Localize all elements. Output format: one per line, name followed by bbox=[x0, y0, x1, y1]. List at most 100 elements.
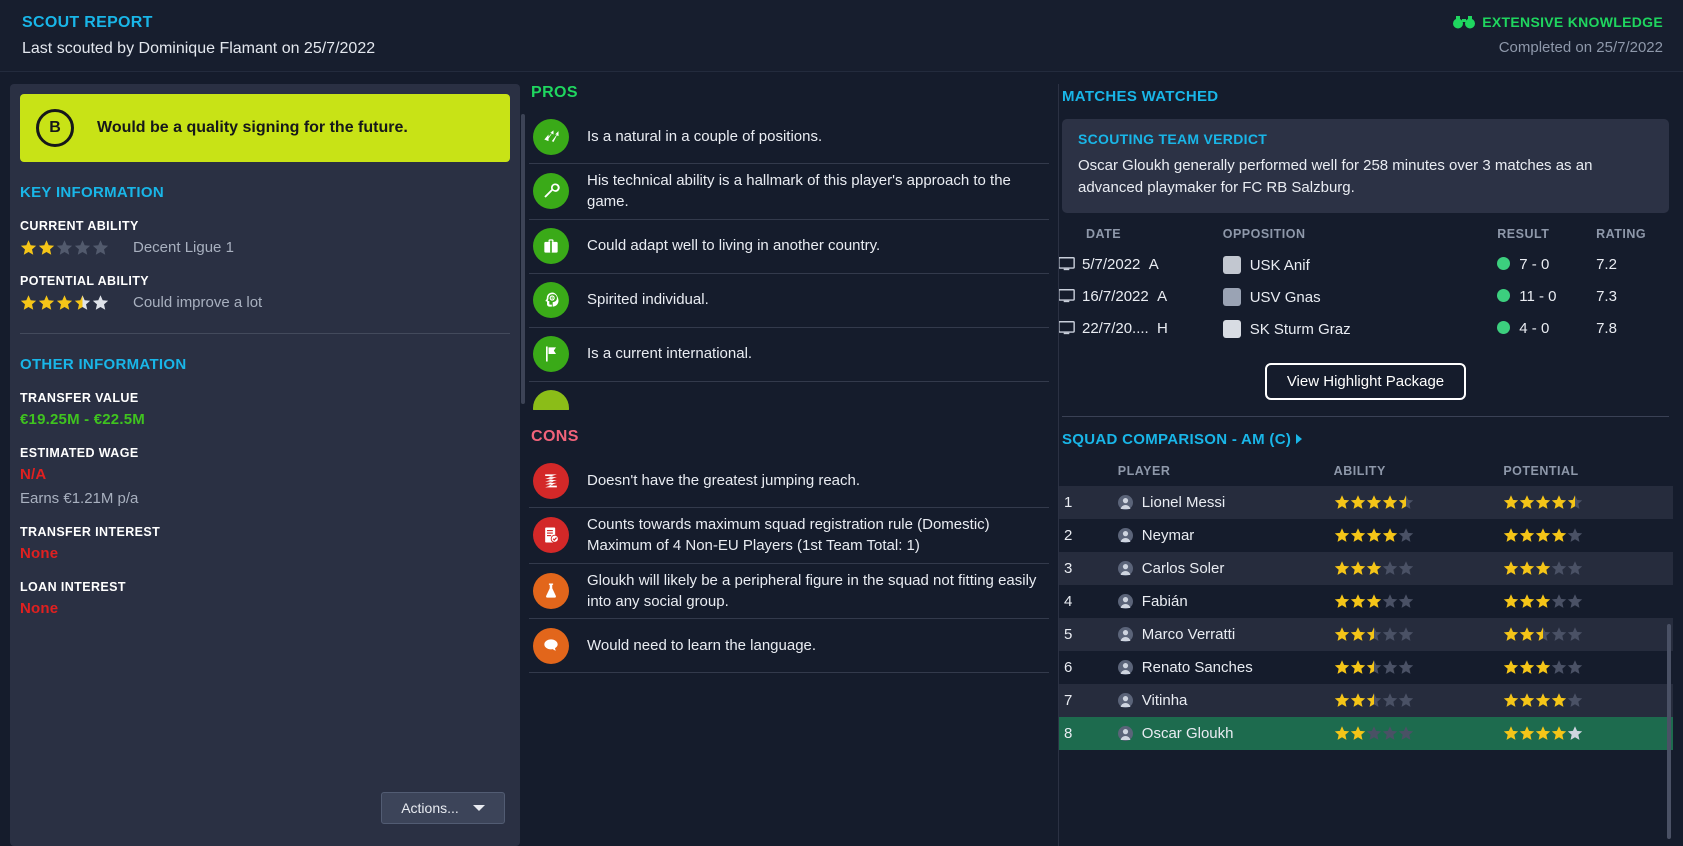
star-empty bbox=[1567, 725, 1583, 741]
squad-row[interactable]: 2 Neymar bbox=[1058, 519, 1673, 552]
pros-scrollbar[interactable] bbox=[521, 114, 525, 404]
star-full bbox=[1334, 560, 1350, 576]
transfer-value-amount: €19.25M - €22.5M bbox=[20, 411, 145, 428]
document-check-icon bbox=[533, 517, 569, 554]
matches-table-body: 5/7/2022 A USK Anif 7 - 0 7.2 16/7/2022 A USV… bbox=[1058, 249, 1673, 345]
item-text: Doesn't have the greatest jumping reach. bbox=[587, 471, 861, 489]
star-full bbox=[1535, 725, 1551, 741]
squad-potential-stars bbox=[1503, 551, 1673, 585]
squad-row[interactable]: 6 Renato Sanches bbox=[1058, 651, 1673, 684]
squad-ability-stars bbox=[1333, 716, 1504, 750]
star-empty bbox=[1398, 527, 1414, 543]
result-dot-icon bbox=[1497, 289, 1511, 302]
squad-row[interactable]: 7 Vitinha bbox=[1058, 683, 1673, 717]
squad-scrollbar[interactable] bbox=[1667, 624, 1671, 839]
squad-col-header[interactable] bbox=[1058, 454, 1090, 486]
main-content: B Would be a quality signing for the fut… bbox=[0, 72, 1683, 846]
star-full bbox=[38, 239, 55, 256]
star-full bbox=[1366, 527, 1382, 543]
knowledge-label: EXTENSIVE KNOWLEDGE bbox=[1482, 14, 1663, 30]
star-empty bbox=[1567, 560, 1583, 576]
squad-row[interactable]: 8 Oscar Gloukh bbox=[1058, 716, 1673, 750]
star-empty bbox=[1382, 692, 1398, 708]
star-full bbox=[1350, 593, 1366, 609]
squad-player-name: Fabián bbox=[1090, 585, 1334, 618]
star-full bbox=[1350, 725, 1366, 741]
binoculars-icon bbox=[1453, 15, 1476, 29]
completed-date: Completed on 25/7/2022 bbox=[1498, 39, 1663, 56]
star-empty bbox=[1398, 560, 1414, 576]
star-empty bbox=[1551, 560, 1567, 576]
match-row[interactable]: 5/7/2022 A USK Anif 7 - 0 7.2 bbox=[1058, 249, 1673, 281]
matches-watched-panel: MATCHES WATCHED SCOUTING TEAM VERDICT Os… bbox=[1058, 84, 1673, 846]
current-earnings-note: Earns €1.21M p/a bbox=[20, 490, 139, 507]
flask-icon bbox=[533, 572, 569, 609]
squad-player-name: Oscar Gloukh bbox=[1089, 716, 1334, 750]
pro-item: Could adapt well to living in another co… bbox=[529, 220, 1049, 274]
star-full bbox=[20, 239, 37, 256]
pro-item: Is a natural in a couple of positions. bbox=[529, 110, 1049, 164]
star-empty bbox=[1382, 626, 1398, 642]
actions-button[interactable]: Actions... bbox=[381, 792, 505, 824]
pro-item: Spirited individual. bbox=[529, 274, 1049, 328]
squad-row[interactable]: 5 Marco Verratti bbox=[1058, 617, 1673, 651]
squad-player-name: Renato Sanches bbox=[1090, 651, 1334, 684]
star-full bbox=[1503, 692, 1519, 708]
squad-rank: 8 bbox=[1058, 716, 1090, 750]
squad-potential-stars bbox=[1503, 485, 1673, 519]
matches-col-header[interactable]: DATE bbox=[1058, 213, 1223, 249]
star-full bbox=[1382, 527, 1398, 543]
match-row[interactable]: 22/7/20.... H SK Sturm Graz 4 - 0 7.8 bbox=[1058, 313, 1673, 345]
matches-col-header[interactable]: RESULT bbox=[1497, 213, 1596, 249]
star-half bbox=[1366, 626, 1382, 642]
squad-col-header[interactable]: ABILITY bbox=[1334, 454, 1504, 486]
scouting-verdict-text: Oscar Gloukh generally performed well fo… bbox=[1078, 157, 1593, 196]
star-empty bbox=[92, 294, 109, 311]
current-ability-label: CURRENT ABILITY bbox=[20, 219, 139, 233]
star-full bbox=[1503, 593, 1519, 609]
partial-icon bbox=[533, 390, 569, 410]
squad-potential-stars bbox=[1503, 585, 1673, 618]
view-highlight-package-button[interactable]: View Highlight Package bbox=[1264, 362, 1467, 400]
wrench-icon bbox=[533, 173, 569, 210]
player-avatar-icon bbox=[1117, 725, 1133, 741]
star-empty bbox=[1398, 692, 1414, 708]
current-ability-note: Decent Ligue 1 bbox=[133, 239, 234, 256]
transfer-value-label: TRANSFER VALUE bbox=[20, 391, 139, 405]
star-empty bbox=[1382, 725, 1398, 741]
verdict-statement: Would be a quality signing for the futur… bbox=[97, 119, 408, 136]
squad-col-header[interactable]: POTENTIAL bbox=[1503, 454, 1673, 486]
squad-potential-stars bbox=[1503, 519, 1673, 552]
squad-col-header[interactable]: PLAYER bbox=[1090, 454, 1334, 486]
loan-interest-value: None bbox=[20, 600, 59, 617]
star-full bbox=[1366, 494, 1382, 510]
star-half bbox=[1567, 494, 1583, 510]
squad-rank: 4 bbox=[1064, 592, 1073, 610]
star-full bbox=[1519, 692, 1535, 708]
squad-row[interactable]: 1 Lionel Messi bbox=[1058, 485, 1673, 519]
star-full bbox=[38, 294, 55, 311]
match-result: 4 - 0 bbox=[1497, 313, 1596, 345]
squad-table-header: PLAYER ABILITY POTENTIAL bbox=[1058, 454, 1673, 486]
matches-table: DATE OPPOSITION RESULT RATING 5/7/2022 A USK… bbox=[1058, 213, 1673, 345]
star-half bbox=[1398, 494, 1414, 510]
squad-row[interactable]: 3 Carlos Soler bbox=[1058, 551, 1673, 585]
star-full bbox=[1334, 527, 1350, 543]
squad-rank: 5 bbox=[1058, 617, 1090, 651]
star-empty bbox=[1567, 626, 1583, 642]
suitcase-icon bbox=[533, 228, 569, 265]
star-full bbox=[1334, 725, 1350, 741]
key-information-heading: KEY INFORMATION bbox=[20, 184, 164, 201]
star-full bbox=[1535, 527, 1551, 543]
matches-col-header[interactable]: OPPOSITION bbox=[1223, 213, 1498, 249]
star-full bbox=[1334, 593, 1350, 609]
squad-comparison-table: PLAYER ABILITY POTENTIAL 1 Lionel Messi 2 Ne… bbox=[1058, 454, 1673, 750]
star-empty bbox=[74, 239, 91, 256]
star-empty bbox=[1551, 626, 1567, 642]
match-row[interactable]: 16/7/2022 A USV Gnas 11 - 0 7.3 bbox=[1058, 281, 1673, 313]
match-rating: 7.3 bbox=[1596, 288, 1617, 305]
matches-col-header[interactable]: RATING bbox=[1596, 213, 1673, 249]
squad-comparison-heading[interactable]: SQUAD COMPARISON - AM (C) bbox=[1062, 431, 1673, 448]
star-full bbox=[1350, 659, 1366, 675]
squad-row[interactable]: 4 Fabián bbox=[1058, 585, 1673, 618]
